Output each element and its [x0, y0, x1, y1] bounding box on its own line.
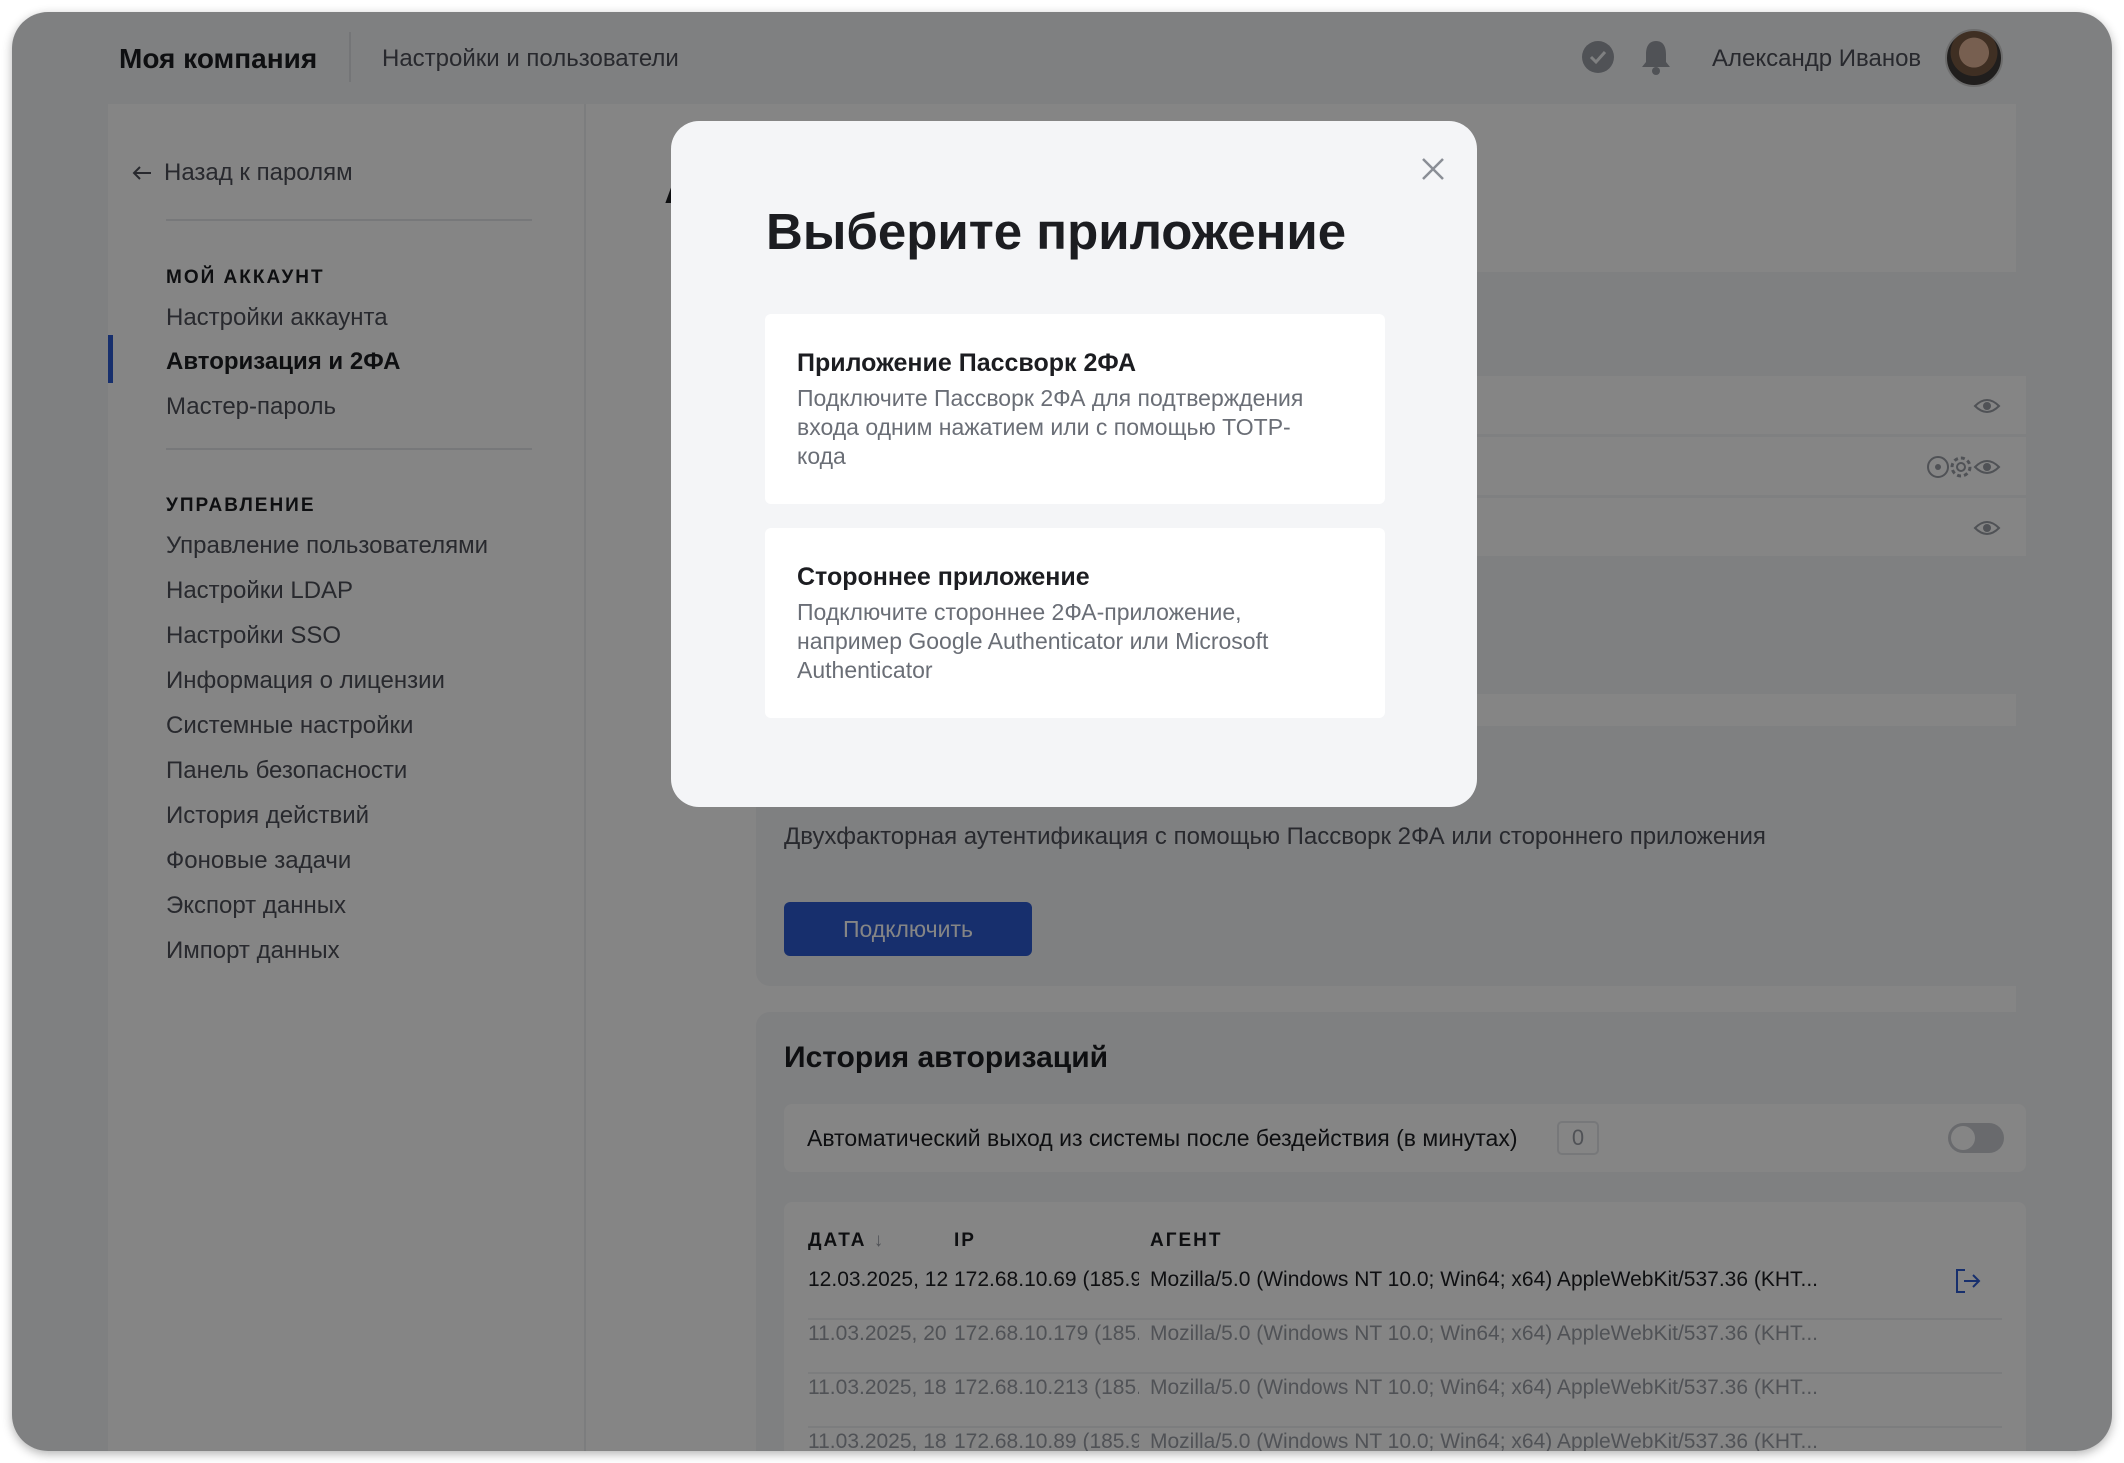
option-third-party-app[interactable]: Стороннее приложение Подключите сторонне… — [765, 528, 1385, 718]
close-icon[interactable] — [1419, 155, 1447, 183]
modal-title: Выберите приложение — [766, 203, 1347, 260]
option-description: Подключите стороннее 2ФА-приложение, нап… — [797, 599, 1269, 683]
app-window: Моя компания Настройки и пользователи Ал… — [12, 12, 2112, 1451]
option-title: Стороннее приложение — [797, 563, 1090, 591]
option-passwork-2fa[interactable]: Приложение Пассворк 2ФА Подключите Пассв… — [765, 314, 1385, 504]
option-description: Подключите Пассворк 2ФА для подтверждени… — [797, 385, 1304, 469]
choose-app-modal: Выберите приложение Приложение Пассворк … — [671, 121, 1477, 807]
option-title: Приложение Пассворк 2ФА — [797, 349, 1137, 377]
